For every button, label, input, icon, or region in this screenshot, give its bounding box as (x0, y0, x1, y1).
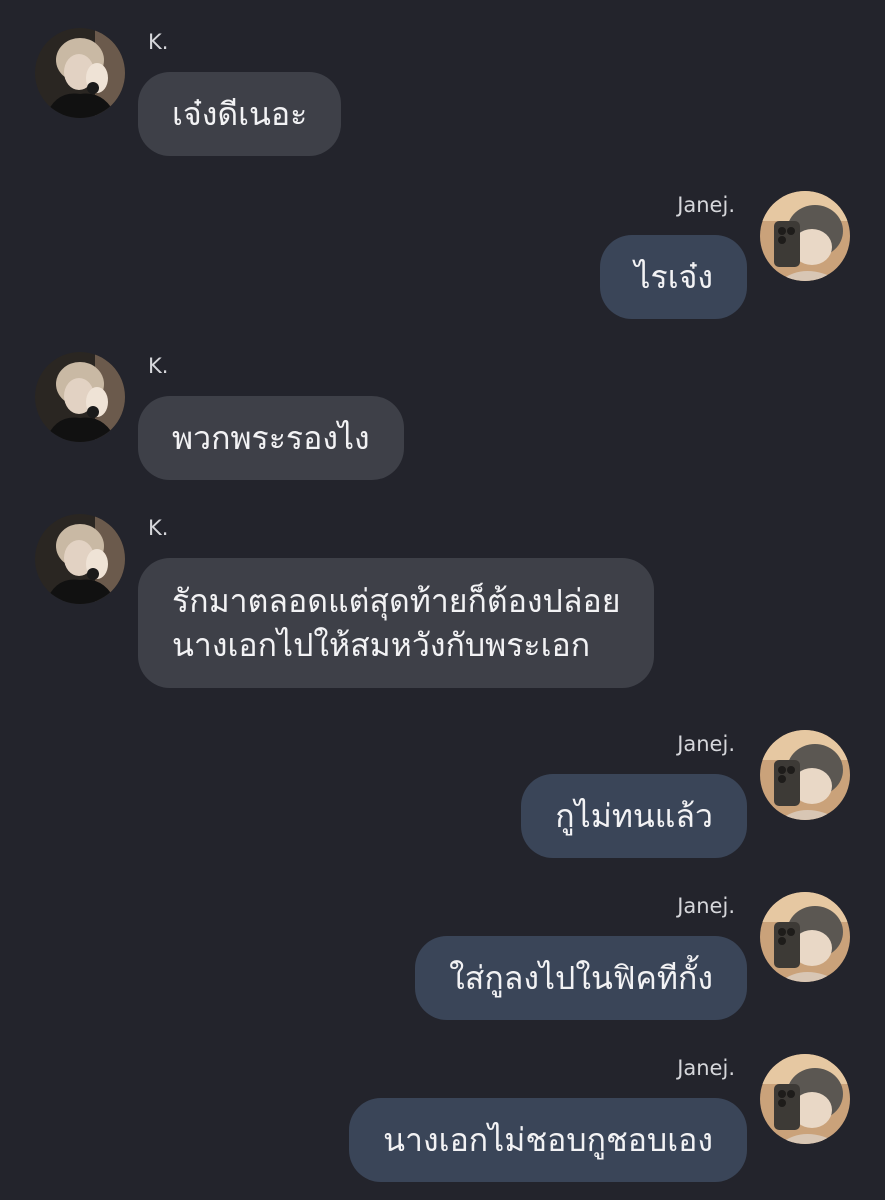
sender-name: Janej. (677, 894, 735, 918)
sender-name: K. (148, 354, 169, 378)
message-bubble[interactable]: เจ๋งดีเนอะ (138, 72, 342, 156)
avatar-janej[interactable] (760, 892, 850, 982)
message-text: เจ๋งดีเนอะ (172, 95, 308, 133)
avatar-janej[interactable] (760, 1054, 850, 1144)
profile-photo-k-icon (35, 514, 125, 604)
message-bubble[interactable]: ใส่กูลงไปในฟิคทีกั้ง (415, 936, 747, 1020)
message-text: กูไม่ทนแล้ว (555, 797, 713, 835)
avatar-janej[interactable] (760, 191, 850, 281)
avatar-k[interactable] (35, 28, 125, 118)
profile-photo-k-icon (35, 352, 125, 442)
message-bubble[interactable]: กูไม่ทนแล้ว (521, 774, 747, 858)
message-text: ใส่กูลงไปในฟิคทีกั้ง (449, 959, 713, 997)
avatar-janej[interactable] (760, 730, 850, 820)
profile-photo-janej-icon (760, 730, 850, 820)
sender-name: Janej. (677, 732, 735, 756)
profile-photo-janej-icon (760, 191, 850, 281)
sender-name: K. (148, 30, 169, 54)
message-bubble[interactable]: พวกพระรองไง (138, 396, 404, 480)
sender-name: Janej. (677, 1056, 735, 1080)
profile-photo-janej-icon (760, 1054, 850, 1144)
sender-name: Janej. (677, 193, 735, 217)
message-text: ไรเจ๋ง (634, 258, 713, 296)
profile-photo-janej-icon (760, 892, 850, 982)
message-text: พวกพระรองไง (172, 419, 370, 457)
profile-photo-k-icon (35, 28, 125, 118)
message-text: นางเอกไม่ชอบกูชอบเอง (383, 1121, 713, 1159)
message-bubble[interactable]: นางเอกไม่ชอบกูชอบเอง (349, 1098, 747, 1182)
sender-name: K. (148, 516, 169, 540)
avatar-k[interactable] (35, 352, 125, 442)
message-text-line: นางเอกไปให้สมหวังกับพระเอก (172, 626, 591, 664)
avatar-k[interactable] (35, 514, 125, 604)
message-bubble[interactable]: ไรเจ๋ง (600, 235, 747, 319)
message-text-line: รักมาตลอดแต่สุดท้ายก็ต้องปล่อย (172, 582, 621, 620)
message-bubble[interactable]: รักมาตลอดแต่สุดท้ายก็ต้องปล่อย นางเอกไปใ… (138, 558, 655, 688)
